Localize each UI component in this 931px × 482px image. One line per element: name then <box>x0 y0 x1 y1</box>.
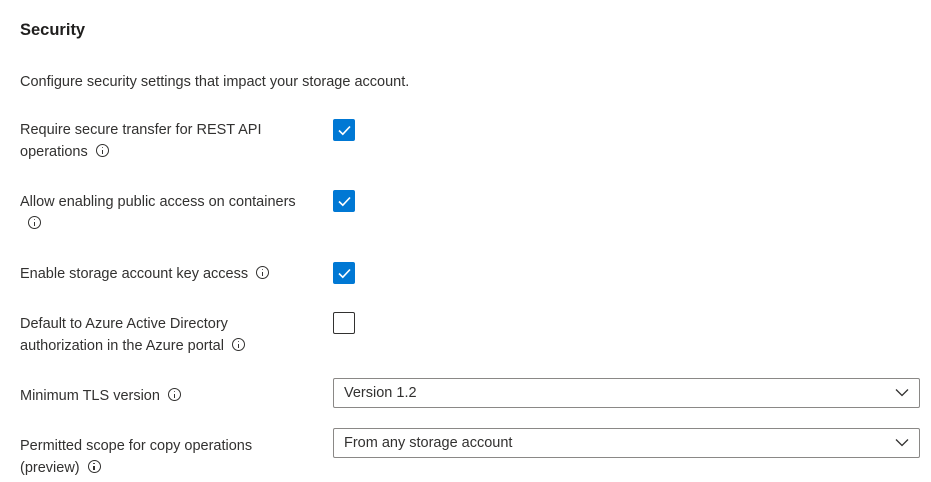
aad-default-checkbox[interactable] <box>333 312 355 334</box>
info-icon[interactable] <box>95 144 109 157</box>
min-tls-label: Minimum TLS version <box>20 388 160 404</box>
secure-transfer-label: Require secure transfer for REST API ope… <box>20 122 262 160</box>
chevron-down-icon <box>895 439 909 447</box>
public-access-label-group: Allow enabling public access on containe… <box>20 191 300 235</box>
min-tls-value: Version 1.2 <box>344 385 417 401</box>
aad-default-label-group: Default to Azure Active Directory author… <box>20 313 300 357</box>
copy-scope-dropdown[interactable]: From any storage account <box>333 428 920 458</box>
copy-scope-label: Permitted scope for copy operations (pre… <box>20 438 253 476</box>
section-title: Security <box>20 21 86 39</box>
aad-default-label: Default to Azure Active Directory author… <box>20 316 228 354</box>
secure-transfer-label-group: Require secure transfer for REST API ope… <box>20 119 300 163</box>
info-icon[interactable] <box>256 266 270 279</box>
public-access-label: Allow enabling public access on containe… <box>20 194 296 210</box>
copy-scope-label-group: Permitted scope for copy operations (pre… <box>20 435 300 479</box>
info-icon[interactable] <box>167 388 181 401</box>
public-access-checkbox[interactable] <box>333 190 355 212</box>
chevron-down-icon <box>895 389 909 397</box>
key-access-checkbox[interactable] <box>333 262 355 284</box>
section-description: Configure security settings that impact … <box>20 74 410 90</box>
info-icon[interactable] <box>87 460 101 473</box>
checkmark-icon <box>338 268 351 279</box>
checkmark-icon <box>338 125 351 136</box>
info-icon[interactable] <box>28 216 41 229</box>
checkmark-icon <box>338 196 351 207</box>
key-access-label: Enable storage account key access <box>20 266 249 282</box>
secure-transfer-checkbox[interactable] <box>333 119 355 141</box>
min-tls-label-group: Minimum TLS version <box>20 385 300 407</box>
key-access-label-group: Enable storage account key access <box>20 263 320 285</box>
min-tls-dropdown[interactable]: Version 1.2 <box>333 378 920 408</box>
info-icon[interactable] <box>231 338 245 351</box>
copy-scope-value: From any storage account <box>344 435 513 451</box>
